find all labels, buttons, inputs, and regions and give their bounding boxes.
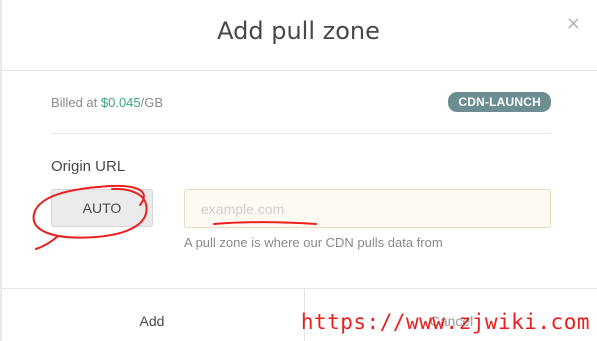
billing-suffix: /GB	[140, 95, 164, 110]
protocol-select[interactable]: AUTO	[51, 189, 153, 227]
dialog-title: Add pull zone	[217, 17, 380, 45]
section-divider	[51, 133, 551, 134]
billing-prefix: Billed at	[51, 95, 101, 110]
origin-url-input[interactable]	[184, 189, 551, 228]
origin-url-label: Origin URL	[51, 158, 126, 175]
close-icon[interactable]: ×	[566, 13, 581, 34]
add-button[interactable]: Add	[0, 289, 304, 341]
origin-help-text: A pull zone is where our CDN pulls data …	[184, 235, 443, 250]
promo-badge: CDN-LAUNCH	[448, 92, 551, 112]
dialog-header: Add pull zone ×	[0, 0, 597, 71]
add-pull-zone-dialog: Add pull zone × Billed at $0.045/GB CDN-…	[0, 0, 597, 341]
watermark-text: https://www.zjwiki.com	[300, 310, 590, 334]
billing-price: $0.045	[100, 95, 141, 110]
billing-info: Billed at $0.045/GB	[51, 95, 163, 110]
